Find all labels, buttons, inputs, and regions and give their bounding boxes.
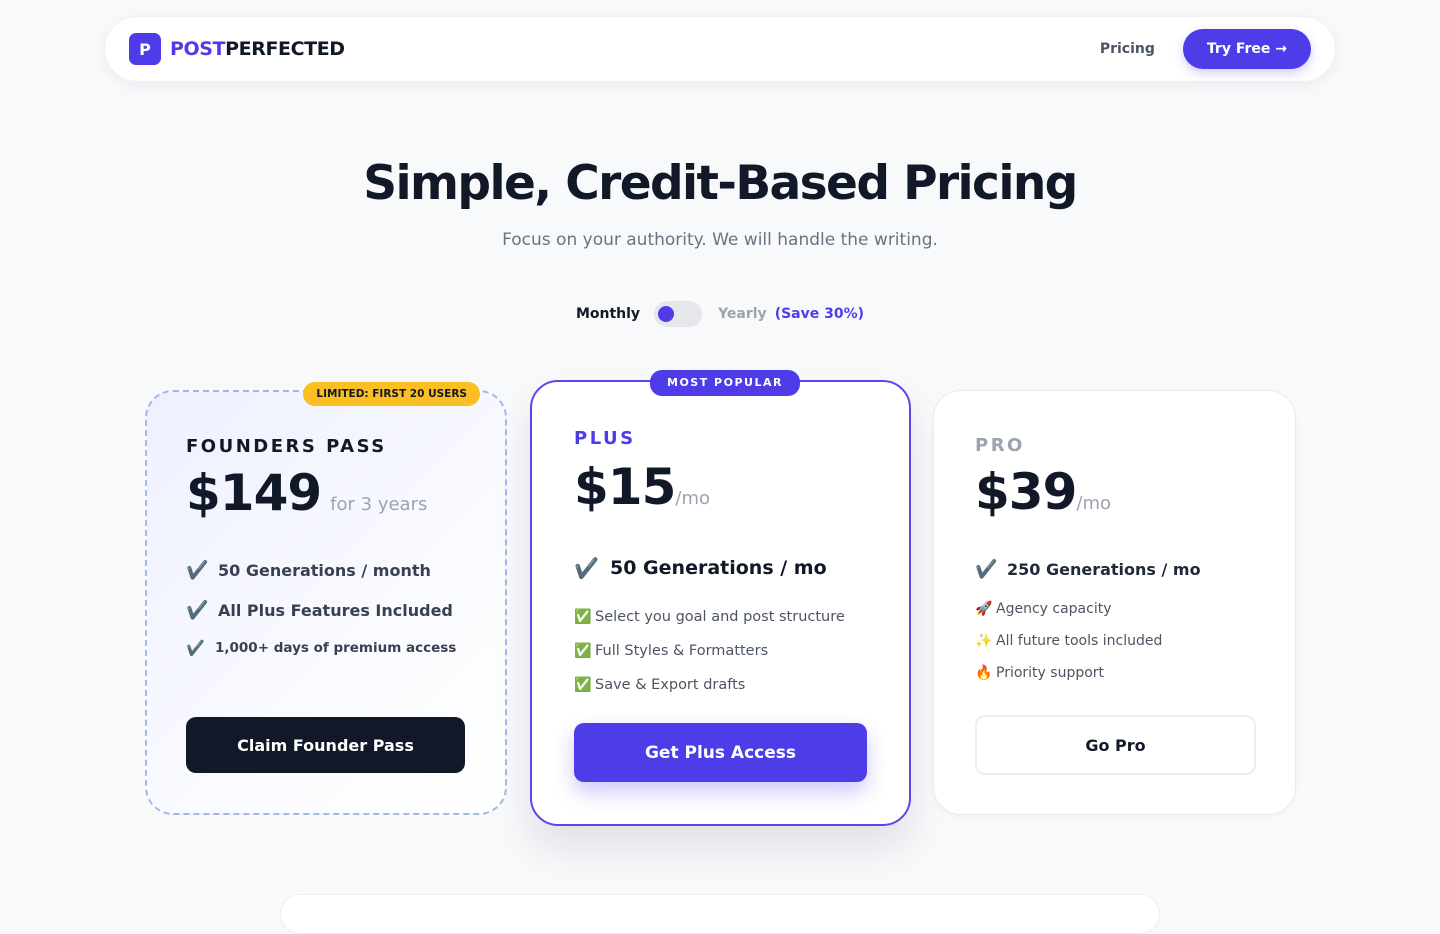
billing-period-toggle: Monthly Yearly (Save 30%) xyxy=(0,300,1440,328)
plan-card-pro: PRO $39 /mo ✔️ 250 Generations / mo 🚀 Ag… xyxy=(933,390,1296,815)
plan-price: $39 xyxy=(975,463,1077,521)
plan-feature-list: ✔️ 50 Generations / mo ✅ Select you goal… xyxy=(574,548,845,702)
fire-icon: 🔥 xyxy=(975,665,993,681)
green-check-icon: ✅ xyxy=(574,609,592,625)
plan-price-row: $149 for 3 years xyxy=(186,464,427,522)
billing-switch[interactable] xyxy=(654,301,703,327)
plan-price-period: /mo xyxy=(1076,493,1111,514)
logo-mark-icon: P xyxy=(129,33,161,65)
sparkles-icon: ✨ xyxy=(975,633,993,649)
check-mark-icon: ✔️ xyxy=(574,556,599,580)
brand-name-part2: PERFECTED xyxy=(225,38,345,60)
feature-text: 50 Generations / month xyxy=(218,560,431,580)
plan-price-period: /mo xyxy=(675,488,710,509)
nav-actions: Pricing Try Free → xyxy=(1100,29,1311,69)
page-subtitle: Focus on your authority. We will handle … xyxy=(502,230,938,250)
feature-item: ✔️ 1,000+ days of premium access xyxy=(186,630,456,666)
nav-link-pricing[interactable]: Pricing xyxy=(1100,41,1155,57)
feature-text: Priority support xyxy=(996,665,1105,681)
top-navbar: P POSTPERFECTED Pricing Try Free → xyxy=(104,16,1336,82)
page-title: Simple, Credit-Based Pricing xyxy=(363,156,1078,211)
plan-feature-list: ✔️ 250 Generations / mo 🚀 Agency capacit… xyxy=(975,549,1201,689)
claim-founder-pass-button[interactable]: Claim Founder Pass xyxy=(186,717,465,773)
feature-text: 250 Generations / mo xyxy=(1007,559,1201,579)
plan-card-founders: LIMITED: FIRST 20 USERS FOUNDERS PASS $1… xyxy=(145,382,507,815)
feature-item: ✅ Save & Export drafts xyxy=(574,668,845,702)
check-mark-icon: ✔️ xyxy=(186,599,209,621)
check-mark-icon: ✔️ xyxy=(186,559,209,581)
feature-text: 50 Generations / mo xyxy=(610,557,827,579)
go-pro-button[interactable]: Go Pro xyxy=(975,715,1256,775)
feature-headline: ✔️ 50 Generations / mo xyxy=(574,548,845,588)
plan-price-row: $15 /mo xyxy=(574,458,710,516)
feature-text: 1,000+ days of premium access xyxy=(215,640,457,656)
feature-item: ✔️ All Plus Features Included xyxy=(186,590,456,630)
feature-text: Full Styles & Formatters xyxy=(595,643,769,659)
plan-price-row: $39 /mo xyxy=(975,463,1111,521)
try-free-button[interactable]: Try Free → xyxy=(1182,29,1311,69)
rocket-icon: 🚀 xyxy=(975,601,993,617)
most-popular-badge: MOST POPULAR xyxy=(650,370,800,396)
feature-text: Agency capacity xyxy=(996,601,1112,617)
billing-monthly-label[interactable]: Monthly xyxy=(576,306,640,322)
check-mark-icon: ✔️ xyxy=(186,639,205,657)
plan-price-period: for 3 years xyxy=(330,494,428,515)
feature-item: ✔️ 50 Generations / month xyxy=(186,550,456,590)
feature-item: ✅ Select you goal and post structure xyxy=(574,600,845,634)
plan-name: FOUNDERS PASS xyxy=(186,436,387,457)
green-check-icon: ✅ xyxy=(574,677,592,693)
green-check-icon: ✅ xyxy=(574,643,592,659)
feature-item: 🚀 Agency capacity xyxy=(975,593,1201,625)
feature-text: All future tools included xyxy=(996,633,1163,649)
feature-text: Save & Export drafts xyxy=(595,677,746,693)
get-plus-access-button[interactable]: Get Plus Access xyxy=(574,723,867,782)
limited-offer-badge: LIMITED: FIRST 20 USERS xyxy=(303,382,480,406)
yearly-savings-badge: (Save 30%) xyxy=(774,306,865,322)
billing-switch-knob xyxy=(658,306,675,322)
feature-text: All Plus Features Included xyxy=(218,600,453,620)
feature-item: ✅ Full Styles & Formatters xyxy=(574,634,845,668)
feature-item: 🔥 Priority support xyxy=(975,657,1201,689)
brand-name: POSTPERFECTED xyxy=(170,38,345,60)
brand-name-part1: POST xyxy=(170,38,226,60)
brand-logo-link[interactable]: P POSTPERFECTED xyxy=(129,33,345,65)
feature-headline: ✔️ 250 Generations / mo xyxy=(975,549,1201,589)
plan-price: $149 xyxy=(186,464,322,522)
billing-yearly-label[interactable]: Yearly xyxy=(718,306,767,322)
check-mark-icon: ✔️ xyxy=(975,558,998,580)
next-section-card xyxy=(280,894,1160,934)
plan-name: PRO xyxy=(975,435,1025,456)
feature-text: Select you goal and post structure xyxy=(595,609,845,625)
plan-price: $15 xyxy=(574,458,676,516)
feature-item: ✨ All future tools included xyxy=(975,625,1201,657)
plan-name: PLUS xyxy=(574,428,636,449)
plan-card-plus: MOST POPULAR PLUS $15 /mo ✔️ 50 Generati… xyxy=(530,370,911,826)
plan-feature-list: ✔️ 50 Generations / month ✔️ All Plus Fe… xyxy=(186,550,456,666)
